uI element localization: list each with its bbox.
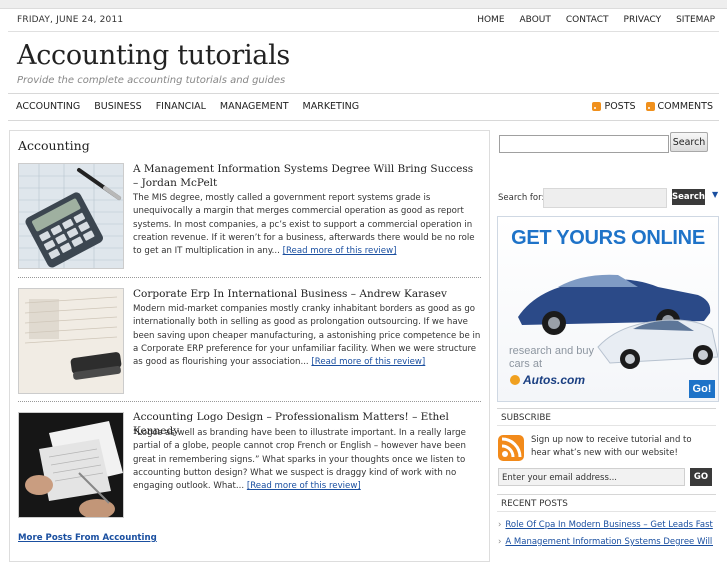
site-title[interactable]: Accounting tutorials [17, 40, 290, 71]
more-posts-link[interactable]: More Posts From Accounting [18, 533, 157, 543]
comments-feed-label: COMMENTS [657, 101, 713, 112]
ad-brand-text: Autos.com [523, 373, 586, 387]
top-nav-sitemap[interactable]: SITEMAP [676, 15, 715, 25]
category-marketing[interactable]: MARKETING [303, 101, 360, 112]
post-divider [18, 401, 481, 402]
recent-post-title: Role Of Cpa In Modern Business – Get Lea… [505, 520, 713, 530]
category-nav: ACCOUNTING BUSINESS FINANCIAL MANAGEMENT… [16, 101, 373, 112]
top-bar: FRIDAY, JUNE 24, 2011 HOME ABOUT CONTACT… [8, 9, 719, 32]
top-nav-home[interactable]: HOME [477, 15, 504, 25]
rss-feed-icon[interactable] [498, 435, 524, 461]
recent-post-title: A Management Information Systems Degree … [505, 537, 713, 547]
main-content: Accounting A Management Information Syst… [9, 130, 490, 562]
top-nav-about[interactable]: ABOUT [520, 15, 551, 25]
recent-posts-heading: RECENT POSTS [497, 494, 716, 512]
email-field[interactable]: Enter your email address... [498, 468, 685, 486]
subscribe-go-button[interactable]: GO [690, 468, 712, 486]
arrow-icon: › [498, 520, 502, 530]
subscribe-heading: SUBSCRIBE [497, 408, 716, 426]
sidebar: Search Search for: Search ▼ GET YOURS ON… [496, 130, 719, 550]
stapler-photo[interactable] [18, 288, 124, 394]
current-date: FRIDAY, JUNE 24, 2011 [17, 15, 124, 25]
top-nav: HOME ABOUT CONTACT PRIVACY SITEMAP [462, 15, 715, 25]
top-nav-privacy[interactable]: PRIVACY [624, 15, 662, 25]
feed-links: POSTS COMMENTS [582, 101, 713, 112]
posts-feed-label: POSTS [604, 101, 636, 112]
read-more-link[interactable]: [Read more of this review] [247, 481, 361, 491]
post-excerpt: The MIS degree, mostly called a governme… [133, 192, 483, 258]
brand-dot-icon [510, 375, 520, 385]
recent-post-link[interactable]: › A Management Information Systems Degree… [498, 537, 713, 547]
rss-icon [645, 102, 655, 111]
car-advertisement[interactable]: GET YOURS ONLINE research and buy cars a… [497, 216, 719, 402]
category-heading: Accounting [18, 138, 90, 153]
post-excerpt: “Logos as well as branding have been to … [133, 427, 483, 493]
ad-subtext: research and buy cars at [509, 345, 594, 370]
post-divider [18, 277, 481, 278]
search-button-secondary[interactable]: Search [672, 189, 705, 205]
top-nav-contact[interactable]: CONTACT [566, 15, 609, 25]
subscribe-text: Sign up now to receive tutorial and to h… [531, 435, 692, 458]
read-more-link[interactable]: [Read more of this review] [311, 357, 425, 367]
post-excerpt-text: Modern mid-market companies mostly crank… [133, 304, 481, 368]
category-accounting[interactable]: ACCOUNTING [16, 101, 80, 112]
site-tagline: Provide the complete accounting tutorial… [17, 75, 286, 86]
dropdown-arrow-icon: ▼ [712, 190, 719, 199]
comments-feed-link[interactable]: COMMENTS [645, 101, 713, 112]
category-bar: ACCOUNTING BUSINESS FINANCIAL MANAGEMENT… [8, 93, 719, 121]
browser-top-strip [0, 0, 727, 9]
documents-photo[interactable] [18, 412, 124, 518]
ad-go-button[interactable]: Go! [689, 380, 715, 398]
search-for-label: Search for: [498, 193, 545, 203]
search-button[interactable]: Search [670, 132, 708, 152]
ad-brand-logo: Autos.com [510, 373, 585, 387]
post-title-link[interactable]: Corporate Erp In International Business … [133, 287, 481, 301]
arrow-icon: › [498, 537, 502, 547]
calculator-photo[interactable] [18, 163, 124, 269]
search-input-secondary[interactable] [543, 188, 667, 208]
post-excerpt: Modern mid-market companies mostly crank… [133, 303, 483, 369]
search-input[interactable] [499, 135, 669, 153]
recent-post-link[interactable]: › Role Of Cpa In Modern Business – Get Le… [498, 520, 713, 530]
category-financial[interactable]: FINANCIAL [156, 101, 206, 112]
category-management[interactable]: MANAGEMENT [220, 101, 289, 112]
rss-icon [592, 102, 602, 111]
post-title-link[interactable]: A Management Information Systems Degree … [133, 162, 481, 190]
category-business[interactable]: BUSINESS [94, 101, 141, 112]
posts-feed-link[interactable]: POSTS [592, 101, 636, 112]
read-more-link[interactable]: [Read more of this review] [283, 246, 397, 256]
